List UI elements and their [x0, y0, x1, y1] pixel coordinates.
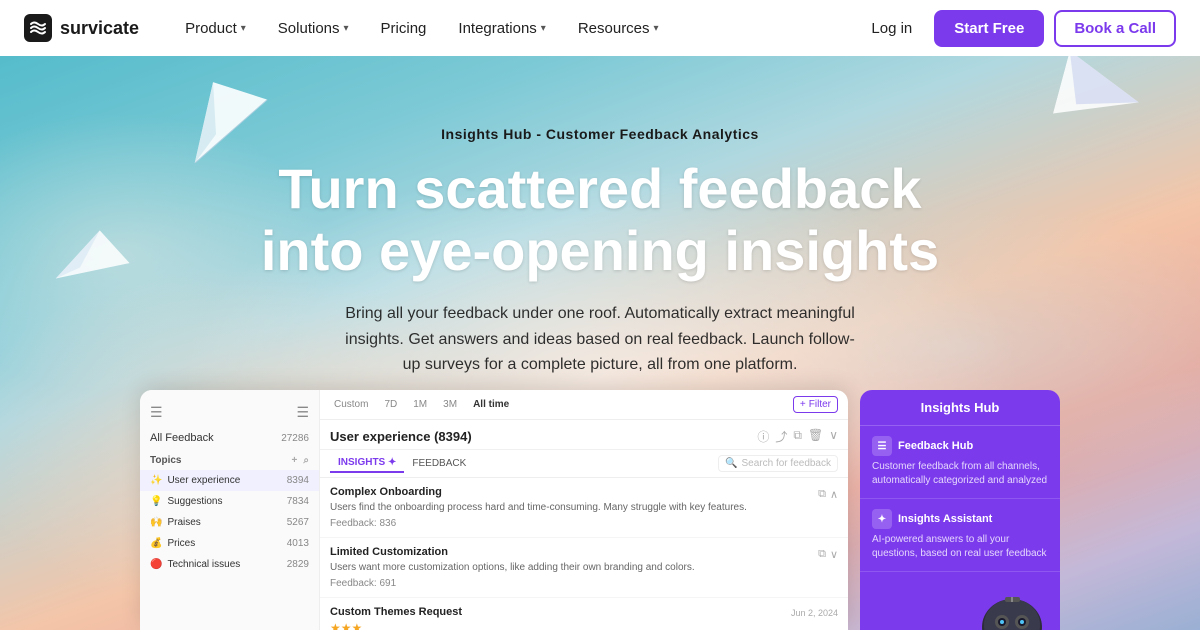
topic-emoji: 💰 — [150, 538, 162, 549]
topics-header: Topics + ⌕ — [140, 449, 319, 470]
all-feedback-count: 27286 — [281, 433, 309, 444]
logo-text: survicate — [60, 18, 139, 39]
nav-solutions[interactable]: Solutions ▾ — [264, 12, 363, 45]
hero-description: Bring all your feedback under one roof. … — [340, 301, 860, 378]
dashboard-toolbar: Custom 7D 1M 3M All time + + Filter Filt… — [320, 390, 848, 420]
add-topic-icon[interactable]: + — [292, 455, 298, 466]
topic-emoji: ✨ — [150, 475, 162, 486]
insights-tabs: INSIGHTS ✦ FEEDBACK 🔍 Search for feedbac… — [320, 450, 848, 478]
topic-name: User experience — [167, 475, 240, 486]
tab-insights[interactable]: INSIGHTS ✦ — [330, 454, 404, 473]
topic-emoji: 💡 — [150, 496, 162, 507]
insight-desc: Users want more customization options, l… — [330, 561, 812, 575]
topic-title: User experience (8394) — [330, 429, 472, 444]
topic-emoji: 🙌 — [150, 517, 162, 528]
start-free-button[interactable]: Start Free — [934, 10, 1044, 47]
hero-title: Turn scattered feedback into eye-opening… — [261, 158, 939, 281]
insight-item: Custom Themes Request ★★★ Jun 2, 2024 — [320, 598, 848, 630]
all-feedback-row: All Feedback 27286 — [140, 427, 319, 449]
insight-title: Limited Customization — [330, 546, 812, 558]
tab-feedback[interactable]: FEEDBACK — [404, 455, 474, 472]
dashboard-sidebar: ☰ ☰ All Feedback 27286 Topics + ⌕ ✨ — [140, 390, 320, 630]
expand-icon[interactable]: ⧉ — [818, 548, 826, 561]
login-button[interactable]: Log in — [859, 12, 924, 45]
nav-right: Log in Start Free Book a Call — [859, 10, 1176, 47]
insight-feedback-count: Feedback: 836 — [330, 518, 812, 529]
insights-hub-title: Insights Hub — [860, 390, 1060, 426]
topic-count: 2829 — [287, 559, 309, 570]
topic-item[interactable]: 🔴 Technical issues 2829 — [140, 554, 319, 575]
hub-feedback-item: ☰ Feedback Hub Customer feedback from al… — [860, 426, 1060, 499]
topic-header-row: User experience (8394) ⓘ ⤴ ⧉ 🗑 ∨ — [320, 420, 848, 450]
topic-item[interactable]: 💡 Suggestions 7834 — [140, 491, 319, 512]
feedback-hub-icon: ☰ — [872, 436, 892, 456]
filter-button[interactable]: + + Filter Filter — [793, 396, 838, 413]
toolbar-1m[interactable]: 1M — [409, 397, 431, 412]
search-topic-icon[interactable]: ⌕ — [303, 455, 309, 466]
hub-assistant-item: ✦ Insights Assistant AI-powered answers … — [860, 499, 1060, 572]
hero-subtitle: Insights Hub - Customer Feedback Analyti… — [441, 126, 759, 142]
navbar: survicate Product ▾ Solutions ▾ Pricing … — [0, 0, 1200, 56]
hub-feedback-desc: Customer feedback from all channels, aut… — [872, 460, 1048, 488]
topic-item[interactable]: 🙌 Praises 5267 — [140, 512, 319, 533]
chevron-down-icon: ▾ — [344, 23, 349, 34]
toggle-icon[interactable]: ∧ — [830, 488, 838, 501]
topic-item[interactable]: 💰 Prices 4013 — [140, 533, 319, 554]
delete-icon[interactable]: 🗑 — [808, 428, 823, 445]
toolbar-alltime[interactable]: All time — [469, 397, 513, 412]
expand-icon[interactable]: ⧉ — [818, 488, 826, 501]
topic-count: 8394 — [287, 475, 309, 486]
toolbar-custom[interactable]: Custom — [330, 397, 372, 412]
robot-illustration — [860, 572, 1060, 630]
chevron-down-icon: ▾ — [541, 23, 546, 34]
logo-icon — [24, 14, 52, 42]
book-call-button[interactable]: Book a Call — [1054, 10, 1176, 47]
dashboard-main: Custom 7D 1M 3M All time + + Filter Filt… — [320, 390, 848, 630]
insights-hub-panel: Insights Hub ☰ Feedback Hub Customer fee… — [860, 390, 1060, 630]
chevron-down-icon: ▾ — [654, 23, 659, 34]
assistant-icon: ✦ — [872, 509, 892, 529]
topic-count: 4013 — [287, 538, 309, 549]
topic-item[interactable]: ✨ User experience 8394 — [140, 470, 319, 491]
insight-feedback-count: Feedback: 691 — [330, 578, 812, 589]
info-icon[interactable]: ⓘ — [757, 428, 769, 445]
insight-item: Complex Onboarding Users find the onboar… — [320, 478, 848, 538]
topic-name: Suggestions — [167, 496, 222, 507]
nav-resources[interactable]: Resources ▾ — [564, 12, 673, 45]
topic-count: 7834 — [287, 496, 309, 507]
sidebar-header: ☰ ☰ — [140, 398, 319, 427]
toolbar-3m[interactable]: 3M — [439, 397, 461, 412]
expand-icon[interactable]: ∨ — [829, 428, 838, 445]
dashboard-preview: ☰ ☰ All Feedback 27286 Topics + ⌕ ✨ — [140, 390, 1060, 630]
hero-section: Insights Hub - Customer Feedback Analyti… — [0, 0, 1200, 630]
toolbar-7d[interactable]: 7D — [380, 397, 401, 412]
nav-product[interactable]: Product ▾ — [171, 12, 260, 45]
insight-title: Complex Onboarding — [330, 486, 812, 498]
hub-assistant-desc: AI-powered answers to all your questions… — [872, 533, 1048, 561]
topic-name: Prices — [167, 538, 195, 549]
nav-links: Product ▾ Solutions ▾ Pricing Integratio… — [171, 12, 859, 45]
topic-name: Praises — [167, 517, 200, 528]
search-feedback[interactable]: 🔍 Search for feedback — [718, 455, 838, 472]
nav-pricing[interactable]: Pricing — [367, 12, 441, 45]
topic-emoji: 🔴 — [150, 559, 162, 570]
topic-actions: ⓘ ⤴ ⧉ 🗑 ∨ — [757, 428, 838, 445]
search-icon: 🔍 — [725, 458, 737, 469]
insight-title: Custom Themes Request — [330, 606, 785, 618]
topic-name: Technical issues — [167, 559, 240, 570]
share-icon[interactable]: ⤴ — [775, 428, 787, 445]
insight-desc: Users find the onboarding process hard a… — [330, 501, 812, 515]
insight-item: Limited Customization Users want more cu… — [320, 538, 848, 598]
copy-icon[interactable]: ⧉ — [793, 428, 802, 445]
dashboard-panel: ☰ ☰ All Feedback 27286 Topics + ⌕ ✨ — [140, 390, 848, 630]
all-feedback-label: All Feedback — [150, 432, 214, 444]
topic-count: 5267 — [287, 517, 309, 528]
nav-integrations[interactable]: Integrations ▾ — [444, 12, 559, 45]
logo[interactable]: survicate — [24, 14, 139, 42]
toggle-icon[interactable]: ∨ — [830, 548, 838, 561]
chevron-down-icon: ▾ — [241, 23, 246, 34]
filter-icon: + — [800, 399, 806, 410]
date-label: Jun 2, 2024 — [791, 608, 838, 618]
